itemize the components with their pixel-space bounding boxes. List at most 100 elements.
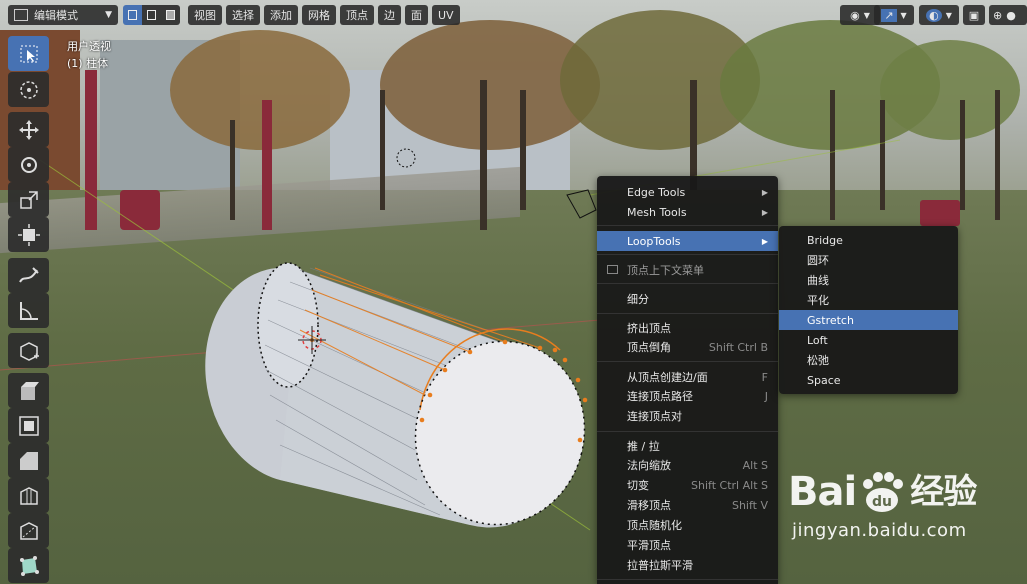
mode-label: 编辑模式 [34, 9, 78, 22]
submenu-item-circle[interactable]: 圆环 [779, 250, 958, 270]
viewport-info: 用户透视 (1) 柱体 [67, 38, 111, 72]
menu-item-laplacian-smooth[interactable]: 拉普拉斯平滑 [597, 555, 778, 575]
tool-add-cube[interactable] [8, 333, 49, 368]
tool-rotate[interactable] [8, 147, 49, 182]
tool-cursor[interactable] [8, 72, 49, 107]
select-box-icon [20, 45, 37, 62]
menu-item-label: Mesh Tools [627, 205, 687, 219]
menu-separator [597, 431, 778, 432]
tool-loop-cut[interactable] [8, 478, 49, 513]
submenu-item-bridge[interactable]: Bridge [779, 230, 958, 250]
menu-face[interactable]: 面 [405, 5, 428, 25]
shortcut-text: Shift V [731, 498, 768, 512]
menu-item-push-pull[interactable]: 推 / 拉 [597, 436, 778, 456]
menu-item-label: Edge Tools [627, 185, 686, 199]
chevron-down-icon: ▼ [900, 10, 907, 20]
face-select-button[interactable] [161, 5, 180, 25]
rotate-icon [20, 156, 37, 173]
menu-separator [597, 254, 778, 255]
overlays-button[interactable]: ◐ ▼ [919, 5, 959, 25]
measure-icon [19, 301, 38, 320]
vertex-select-button[interactable] [123, 5, 142, 25]
menu-item-randomize-vertices[interactable]: 顶点随机化 [597, 515, 778, 535]
submenu-item-loft[interactable]: Loft [779, 330, 958, 350]
submenu-arrow-icon: ▶ [761, 207, 768, 217]
shortcut-text: Shift Ctrl B [708, 340, 768, 354]
submenu-arrow-icon: ▶ [761, 236, 768, 246]
submenu-item-flatten[interactable]: 平化 [779, 290, 958, 310]
tool-select-box[interactable] [8, 36, 49, 71]
menu-item-smooth-vertices[interactable]: 平滑顶点 [597, 535, 778, 555]
shortcut-text: J [764, 389, 768, 403]
menu-view[interactable]: 视图 [188, 5, 222, 25]
tool-measure[interactable] [8, 293, 49, 328]
menu-item-looptools[interactable]: LoopTools ▶ [597, 231, 778, 251]
watermark-logo-right: 经验 [910, 472, 977, 512]
tool-bevel[interactable] [8, 443, 49, 478]
menu-vertex[interactable]: 顶点 [340, 5, 374, 25]
menu-separator [597, 225, 778, 226]
cursor-icon [19, 80, 38, 99]
tool-knife[interactable] [8, 513, 49, 548]
submenu-item-space[interactable]: Space [779, 370, 958, 390]
chevron-down-icon: ▼ [863, 10, 870, 20]
menu-item-bevel-vertices[interactable]: 顶点倒角 Shift Ctrl B [597, 337, 778, 357]
object-name: (1) 柱体 [67, 57, 109, 70]
tool-annotate[interactable] [8, 258, 49, 293]
baidu-paw-icon: du [863, 472, 904, 512]
viewport-header: 编辑模式 ▼ 视图 选择 添加 网格 顶点 边 面 UV ◉ ▼ ↗ ▼ ◐ ▼ ▣ … [0, 0, 1027, 30]
header-menus: 视图 选择 添加 网格 顶点 边 面 UV [188, 5, 460, 25]
xray-icon: ▣ [968, 8, 980, 22]
menu-item-label: 法向缩放 [627, 459, 671, 472]
menu-item-shear[interactable]: 切变 Shift Ctrl Alt S [597, 475, 778, 495]
menu-item-subdivide[interactable]: 细分 [597, 289, 778, 309]
tool-transform[interactable] [8, 217, 49, 252]
menu-title-icon [607, 265, 618, 274]
gizmo-button[interactable]: ↗ ▼ [874, 5, 914, 25]
submenu-item-gstretch[interactable]: Gstretch [779, 310, 958, 330]
face-select-icon [166, 10, 175, 20]
menu-mesh[interactable]: 网格 [302, 5, 336, 25]
menu-item-label: 拉普拉斯平滑 [627, 559, 693, 572]
eye-icon: ◉ [850, 8, 860, 22]
gizmo-icon: ↗ [881, 8, 897, 22]
menu-item-edge-tools[interactable]: Edge Tools ▶ [597, 182, 778, 202]
shortcut-text: F [761, 370, 768, 384]
menu-item-make-edge-face[interactable]: 从顶点创建边/面 F [597, 367, 778, 387]
edge-select-button[interactable] [142, 5, 161, 25]
knife-icon [19, 521, 38, 540]
baidu-watermark: Bai du 经验 jingyan.baidu.com [788, 470, 977, 541]
submenu-item-relax[interactable]: 松弛 [779, 350, 958, 370]
add-cube-icon [19, 341, 39, 361]
menu-item-label: 连接顶点对 [627, 410, 682, 423]
tool-poly-build[interactable] [8, 548, 49, 583]
submenu-item-curve[interactable]: 曲线 [779, 270, 958, 290]
tool-move[interactable] [8, 112, 49, 147]
menu-item-extrude-vertices[interactable]: 挤出顶点 [597, 318, 778, 338]
watermark-url: jingyan.baidu.com [792, 520, 967, 541]
tool-extrude[interactable] [8, 373, 49, 408]
tool-scale[interactable] [8, 182, 49, 217]
menu-item-slide-vertex[interactable]: 滑移顶点 Shift V [597, 495, 778, 515]
menu-item-shrink-fatten[interactable]: 法向缩放 Alt S [597, 455, 778, 475]
menu-item-connect-vertex-path[interactable]: 连接顶点路径 J [597, 386, 778, 406]
overlays-icon: ◐ [926, 8, 942, 22]
menu-add[interactable]: 添加 [264, 5, 298, 25]
menu-item-connect-vertex-pairs[interactable]: 连接顶点对 [597, 406, 778, 426]
menu-separator [597, 313, 778, 314]
menu-uv[interactable]: UV [432, 5, 460, 25]
tool-inset[interactable] [8, 408, 49, 443]
menu-item-label: 挤出顶点 [627, 322, 671, 335]
mode-select[interactable]: 编辑模式 ▼ [8, 5, 118, 25]
watermark-logo: Bai du 经验 [788, 470, 977, 514]
menu-item-label: LoopTools [627, 234, 681, 248]
menu-select[interactable]: 选择 [226, 5, 260, 25]
menu-item-mesh-tools[interactable]: Mesh Tools ▶ [597, 202, 778, 222]
menu-separator [597, 579, 778, 580]
shading-group[interactable]: ⊕ ● [989, 5, 1027, 25]
loop-cut-icon [19, 486, 38, 505]
xray-button[interactable]: ▣ [963, 5, 985, 25]
menu-item-label: 顶点倒角 [627, 341, 671, 354]
menu-edge[interactable]: 边 [378, 5, 401, 25]
transform-icon [17, 223, 40, 246]
